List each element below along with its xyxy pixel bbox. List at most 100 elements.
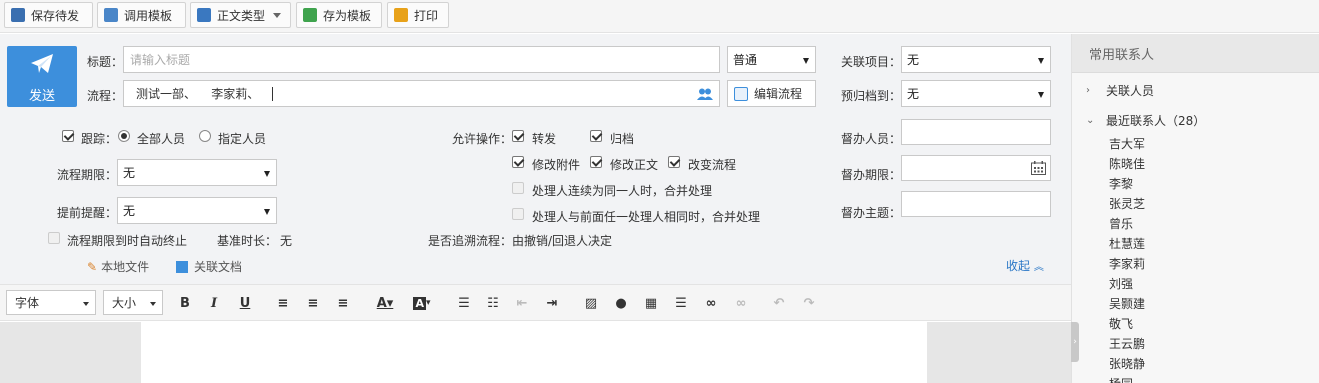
font-select-label: 字体	[15, 296, 40, 310]
panel-collapse-handle[interactable]: ›	[1071, 322, 1079, 362]
auto-end-label: 流程期限到时自动终止	[67, 234, 188, 248]
contact-item[interactable]: 陈晓佳	[1109, 155, 1145, 172]
print-button[interactable]: 打印	[387, 2, 449, 28]
track-all-radio[interactable]	[118, 130, 130, 142]
flow-deadline-label: 流程期限：	[57, 168, 118, 182]
merge-same-checkbox[interactable]	[512, 182, 524, 194]
contact-item[interactable]: 张灵芝	[1109, 195, 1145, 212]
collapse-label: 收起	[1006, 259, 1031, 273]
edit-flow-label: 编辑流程	[754, 87, 803, 101]
call-template-label: 调用模板	[124, 8, 173, 23]
track-specific-radio[interactable]	[199, 130, 211, 142]
track-checkbox[interactable]	[62, 130, 74, 142]
flow-deadline-select[interactable]: 无	[117, 159, 277, 186]
call-template-button[interactable]: 调用模板	[97, 2, 186, 28]
track-label: 跟踪：	[81, 132, 118, 146]
font-select[interactable]: 字体	[6, 290, 96, 315]
contact-item[interactable]: 吴颢建	[1109, 295, 1145, 312]
main-toolbar: 保存待发 调用模板 正文类型 存为模板 打印	[0, 0, 1319, 33]
forward-checkbox[interactable]	[512, 130, 524, 142]
modify-body-checkbox[interactable]	[590, 156, 602, 168]
related-doc-icon	[176, 261, 188, 273]
archive-select[interactable]: 无	[901, 80, 1051, 107]
deadline-input[interactable]	[901, 155, 1051, 181]
unlink-icon[interactable]: ∞	[732, 294, 750, 312]
save-draft-button[interactable]: 保存待发	[4, 2, 93, 28]
reminder-select[interactable]: 无	[117, 197, 277, 224]
contact-item[interactable]: 王云鹏	[1109, 335, 1145, 352]
auto-end-checkbox[interactable]	[48, 232, 60, 244]
save-template-button[interactable]: 存为模板	[296, 2, 382, 28]
deadline-label: 督办期限：	[841, 168, 902, 182]
template-icon	[104, 8, 118, 22]
body-type-button[interactable]: 正文类型	[190, 2, 291, 28]
outdent-icon[interactable]: ⇤	[513, 294, 531, 312]
subject-input[interactable]	[901, 191, 1051, 217]
modify-attach-checkbox[interactable]	[512, 156, 524, 168]
horizontal-rule-icon[interactable]: ☰	[672, 294, 690, 312]
chevron-down-icon	[803, 58, 809, 64]
redo-icon[interactable]: ↷	[800, 294, 818, 312]
align-left-icon[interactable]: ≡	[274, 294, 292, 312]
calendar-icon[interactable]	[1031, 161, 1046, 175]
reminder-label: 提前提醒：	[57, 206, 118, 220]
link-flash-icon[interactable]: ●	[612, 294, 630, 312]
contact-item[interactable]: 曾乐	[1109, 215, 1133, 232]
local-file-link[interactable]: ✎ 本地文件	[87, 258, 149, 275]
contact-item[interactable]: 张晓静	[1109, 355, 1145, 372]
related-doc-link[interactable]: 关联文档	[176, 258, 242, 275]
supervisor-input[interactable]	[901, 119, 1051, 145]
underline-icon[interactable]: U	[236, 294, 254, 312]
archive-value: 无	[907, 87, 920, 101]
indent-icon[interactable]: ⇥	[543, 294, 561, 312]
contacts-panel: 常用联系人 › 关联人员 ⌄ 最近联系人（28） 吉大军 陈晓佳 李黎 张灵芝 …	[1071, 34, 1319, 383]
allow-ops-label: 允许操作：	[452, 132, 513, 146]
ordered-list-icon[interactable]: ☰	[455, 294, 473, 312]
flow-input[interactable]: 测试一部、 李家莉、	[123, 80, 720, 107]
collapse-link[interactable]: 收起 ︽	[1006, 257, 1044, 274]
group-related[interactable]: › 关联人员	[1086, 82, 1154, 99]
editor-body[interactable]	[141, 322, 927, 383]
contact-item[interactable]: 杨同	[1109, 375, 1133, 383]
undo-icon[interactable]: ↶	[770, 294, 788, 312]
base-duration-value: 无	[280, 234, 293, 248]
chevron-down-icon	[1038, 58, 1044, 64]
align-right-icon[interactable]: ≡	[334, 294, 352, 312]
contacts-title: 常用联系人	[1072, 34, 1319, 73]
contact-item[interactable]: 杜慧莲	[1109, 235, 1145, 252]
related-project-select[interactable]: 无	[901, 46, 1051, 73]
people-icon[interactable]	[697, 88, 713, 100]
flow-deadline-value: 无	[123, 166, 136, 180]
print-label: 打印	[414, 8, 439, 23]
group-recent[interactable]: ⌄ 最近联系人（28）	[1086, 112, 1205, 129]
align-center-icon[interactable]: ≡	[304, 294, 322, 312]
chevron-down-icon	[264, 171, 270, 177]
title-input[interactable]: 请输入标题	[123, 46, 720, 73]
contact-item[interactable]: 刘强	[1109, 275, 1133, 292]
italic-icon[interactable]: I	[205, 294, 223, 312]
table-icon[interactable]: ▦	[642, 294, 660, 312]
track-all-label: 全部人员	[137, 132, 186, 146]
image-icon[interactable]: ▨	[582, 294, 600, 312]
contact-item[interactable]: 敬飞	[1109, 315, 1133, 332]
merge-prev-checkbox[interactable]	[512, 208, 524, 220]
priority-select[interactable]: 普通	[727, 46, 816, 73]
forward-label: 转发	[532, 132, 557, 146]
base-duration-label: 基准时长：	[217, 234, 278, 248]
modify-attach-label: 修改附件	[532, 158, 581, 172]
unordered-list-icon[interactable]: ☷	[484, 294, 502, 312]
font-color-icon[interactable]: A▾	[373, 294, 397, 312]
contact-item[interactable]: 李家莉	[1109, 255, 1145, 272]
chevron-down-icon: ⌄	[1086, 115, 1095, 126]
hyperlink-icon[interactable]: ∞	[702, 294, 720, 312]
send-button[interactable]: 发送	[7, 46, 77, 107]
chevron-up-icon: ︽	[1033, 262, 1044, 273]
size-select[interactable]: 大小	[103, 290, 163, 315]
contact-item[interactable]: 李黎	[1109, 175, 1133, 192]
bold-icon[interactable]: B	[176, 294, 194, 312]
change-flow-checkbox[interactable]	[668, 156, 680, 168]
archive-checkbox[interactable]	[590, 130, 602, 142]
highlight-color-icon[interactable]: A ▾	[410, 294, 434, 312]
edit-flow-button[interactable]: 编辑流程	[727, 80, 816, 107]
contact-item[interactable]: 吉大军	[1109, 135, 1145, 152]
